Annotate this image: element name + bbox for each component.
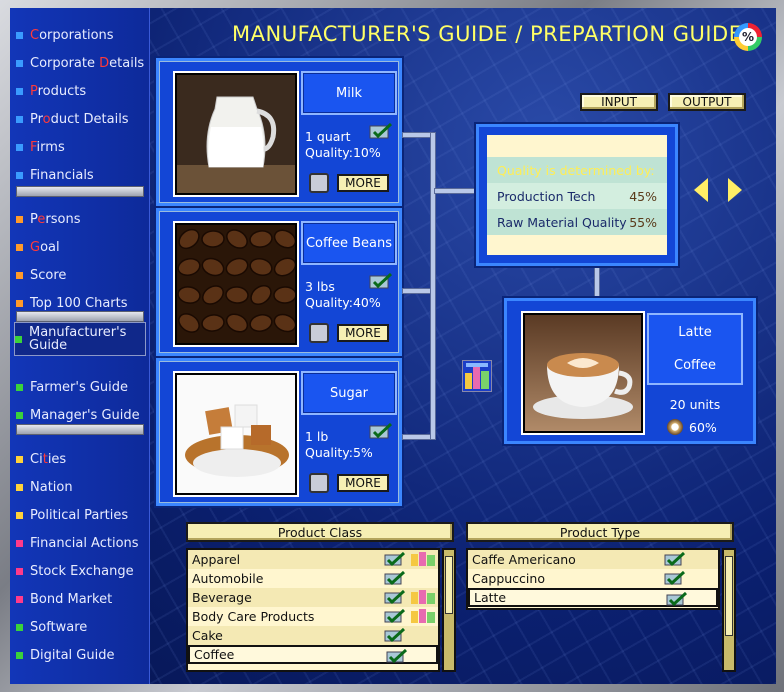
list-item[interactable]: Body Care Products — [188, 607, 438, 626]
ingredient-name: Milk — [301, 71, 397, 115]
input-button[interactable]: INPUT — [580, 93, 658, 111]
product-type-header: Product Type — [466, 522, 734, 542]
sidebar-item[interactable]: Farmer's Guide — [16, 376, 128, 398]
sidebar-item[interactable]: Corporations — [16, 24, 114, 46]
sidebar-item[interactable]: Software — [16, 616, 87, 638]
product-type-list[interactable]: Caffe Americano Cappuccino Latte — [466, 548, 720, 610]
factory-icon — [410, 590, 436, 604]
sidebar-item[interactable]: Manufacturer's Guide — [14, 322, 146, 356]
ingredient-quantity: 1 quart — [305, 129, 351, 144]
quality-row-material: Raw Material Quality 55% — [487, 209, 667, 235]
quality-row-tech: Production Tech 45% — [487, 183, 667, 209]
ingredient-name: Coffee Beans — [301, 221, 397, 265]
check-icon — [664, 551, 686, 567]
sidebar-separator — [16, 186, 144, 197]
connector — [594, 266, 600, 300]
check-icon — [384, 589, 406, 605]
ingredient-quality: Quality:5% — [305, 445, 373, 460]
output-units: 20 units — [669, 397, 721, 412]
quality-seal-icon — [667, 419, 683, 435]
list-item[interactable]: Apparel — [188, 550, 438, 569]
output-button[interactable]: OUTPUT — [668, 93, 746, 111]
check-icon — [666, 591, 688, 607]
sidebar-item[interactable]: Cities — [16, 448, 66, 470]
sidebar-item[interactable]: Score — [16, 264, 66, 286]
factory-icon — [410, 609, 436, 623]
ingredient-photo — [175, 373, 297, 495]
ingredient-panel: Milk 1 quart Quality:10% MORE — [156, 58, 402, 206]
factory-icon[interactable] — [462, 360, 492, 392]
sidebar-item[interactable]: Stock Exchange — [16, 560, 134, 582]
factory-icon — [410, 552, 436, 566]
list-item[interactable]: Latte — [468, 588, 718, 607]
check-icon — [386, 648, 408, 664]
sidebar-item[interactable]: Nation — [16, 476, 73, 498]
latte-photo — [523, 313, 643, 433]
list-item[interactable]: Coffee — [188, 645, 438, 664]
sidebar-item[interactable]: Bond Market — [16, 588, 112, 610]
sidebar-item[interactable]: Corporate Details — [16, 52, 144, 74]
product-type-scrollbar[interactable] — [722, 548, 736, 672]
product-class-scrollbar[interactable] — [442, 548, 456, 672]
next-arrow-icon[interactable] — [728, 178, 742, 202]
check-icon — [384, 627, 406, 643]
ingredient-quantity: 3 lbs — [305, 279, 335, 294]
check-icon — [384, 608, 406, 624]
more-button[interactable]: MORE — [337, 324, 389, 342]
sidebar-item[interactable]: Product Details — [16, 108, 129, 130]
sidebar-item[interactable]: Manager's Guide — [16, 404, 140, 426]
list-item[interactable]: Automobile — [188, 569, 438, 588]
check-icon — [369, 422, 393, 443]
product-class-list[interactable]: Apparel Automobile Beverage Body Care Pr… — [186, 548, 440, 672]
sidebar-item[interactable]: Digital Guide — [16, 644, 114, 666]
ingredient-panel: Coffee Beans 3 lbs Quality:40% MORE — [156, 208, 402, 356]
page-title: MANUFACTURER'S GUIDE / PREPARTION GUIDE — [232, 22, 743, 46]
check-icon — [369, 272, 393, 293]
ingredient-panel: Sugar 1 lb Quality:5% MORE — [156, 358, 402, 506]
sidebar-item[interactable]: Political Parties — [16, 504, 128, 526]
check-icon — [664, 570, 686, 586]
sidebar-item[interactable]: Firms — [16, 136, 65, 158]
connector — [430, 132, 436, 440]
sidebar-separator — [16, 424, 144, 435]
ingredient-photo — [175, 73, 297, 195]
sidebar-item[interactable]: Products — [16, 80, 86, 102]
ingredient-name: Sugar — [301, 371, 397, 415]
output-panel: Latte Coffee 20 units 60% — [504, 298, 756, 444]
ingredient-select-checkbox[interactable] — [309, 473, 329, 493]
ingredient-select-checkbox[interactable] — [309, 173, 329, 193]
sidebar-item[interactable]: Goal — [16, 236, 60, 258]
sidebar-item[interactable]: Financial Actions — [16, 532, 139, 554]
connector — [434, 188, 478, 194]
sidebar-separator — [16, 311, 144, 322]
list-item[interactable]: Caffe Americano — [468, 550, 718, 569]
list-item[interactable]: Cake — [188, 626, 438, 645]
ingredient-select-checkbox[interactable] — [309, 323, 329, 343]
product-class-header: Product Class — [186, 522, 454, 542]
check-icon — [384, 570, 406, 586]
sidebar-item[interactable]: Financials — [16, 164, 94, 186]
quality-heading: Quality is determined by: — [487, 157, 667, 183]
sidebar: Corporations Corporate Details Products Pro… — [10, 8, 150, 684]
list-item[interactable]: Beverage — [188, 588, 438, 607]
check-icon — [384, 551, 406, 567]
ingredient-quantity: 1 lb — [305, 429, 329, 444]
ingredient-photo — [175, 223, 297, 345]
ingredient-quality: Quality:40% — [305, 295, 381, 310]
percent-icon[interactable]: % — [734, 23, 762, 51]
list-item[interactable]: Cappuccino — [468, 569, 718, 588]
more-button[interactable]: MORE — [337, 174, 389, 192]
ingredient-quality: Quality:10% — [305, 145, 381, 160]
more-button[interactable]: MORE — [337, 474, 389, 492]
check-icon — [369, 122, 393, 143]
output-quality: 60% — [667, 419, 717, 435]
sidebar-item[interactable]: Persons — [16, 208, 80, 230]
output-product-name: Latte Coffee — [647, 313, 743, 385]
prev-arrow-icon[interactable] — [694, 178, 708, 202]
quality-panel: Quality is determined by: Production Tec… — [476, 124, 678, 266]
main-area: Corporations Corporate Details Products Pro… — [10, 8, 776, 684]
